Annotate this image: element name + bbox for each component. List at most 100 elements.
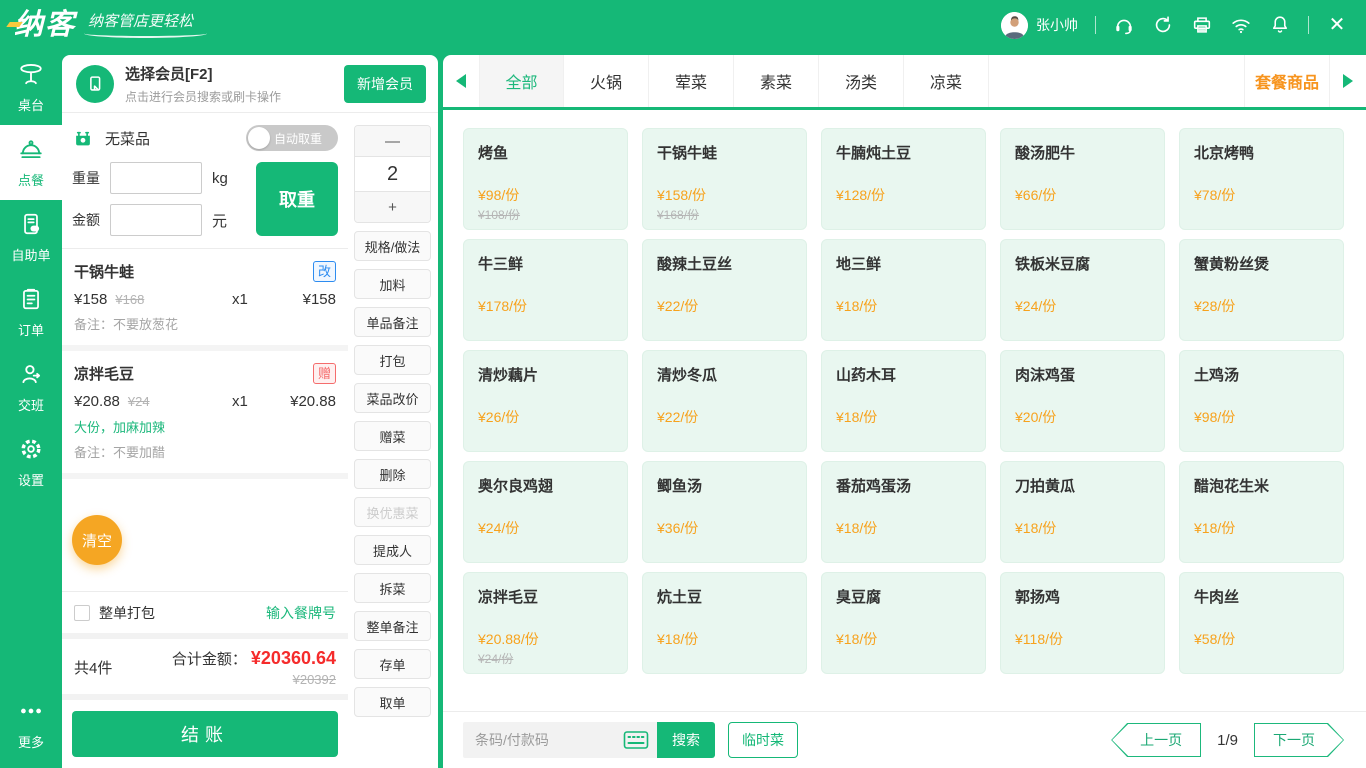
search-button[interactable]: 搜索 xyxy=(657,722,715,758)
tab-meat[interactable]: 荤菜 xyxy=(649,55,734,107)
menu-item-card[interactable]: 鲫鱼汤¥36/份 xyxy=(642,461,807,563)
menu-item-card[interactable]: 山药木耳¥18/份 xyxy=(821,350,986,452)
sidebar-item-more[interactable]: 更多 xyxy=(0,687,62,762)
printer-icon[interactable] xyxy=(1191,14,1213,36)
tab-veg[interactable]: 素菜 xyxy=(734,55,819,107)
cart-item-total: ¥158 xyxy=(303,291,336,308)
menu-item-card[interactable]: 酸辣土豆丝¥22/份 xyxy=(642,239,807,341)
action-pack-button[interactable]: 打包 xyxy=(354,345,431,375)
keyboard-icon[interactable] xyxy=(623,730,649,750)
sidebar-item-ordering[interactable]: 点餐 xyxy=(0,125,62,200)
pack-whole-order-checkbox[interactable] xyxy=(74,605,90,621)
menu-item-card[interactable]: 干锅牛蛙¥158/份¥168/份 xyxy=(642,128,807,230)
menu-item-name: 清炒藕片 xyxy=(478,364,613,385)
prev-page-button[interactable]: 上一页 xyxy=(1111,723,1201,757)
tab-cold[interactable]: 凉菜 xyxy=(904,55,989,107)
menu-item-name: 蟹黄粉丝煲 xyxy=(1194,253,1329,274)
menu-item-card[interactable]: 清炒冬瓜¥22/份 xyxy=(642,350,807,452)
bell-icon[interactable] xyxy=(1269,14,1291,36)
menu-item-original-price xyxy=(836,428,971,443)
menu-item-card[interactable]: 北京烤鸭¥78/份 xyxy=(1179,128,1344,230)
action-order-note-button[interactable]: 整单备注 xyxy=(354,611,431,641)
menu-item-card[interactable]: 凉拌毛豆¥20.88/份¥24/份 xyxy=(463,572,628,674)
qty-plus-button[interactable]: + xyxy=(355,192,430,222)
menu-item-original-price xyxy=(478,317,613,332)
action-addon-button[interactable]: 加料 xyxy=(354,269,431,299)
menu-item-name: 牛腩炖土豆 xyxy=(836,142,971,163)
tab-soup[interactable]: 汤类 xyxy=(819,55,904,107)
action-gift-button[interactable]: 赠菜 xyxy=(354,421,431,451)
member-select-subtitle: 点击进行会员搜索或刷卡操作 xyxy=(125,88,281,105)
action-retrieve-button[interactable]: 取单 xyxy=(354,687,431,717)
action-delete-button[interactable]: 删除 xyxy=(354,459,431,489)
action-item-note-button[interactable]: 单品备注 xyxy=(354,307,431,337)
action-spec-button[interactable]: 规格/做法 xyxy=(354,231,431,261)
action-split-button[interactable]: 拆菜 xyxy=(354,573,431,603)
cart-item-badge[interactable]: 赠 xyxy=(313,363,336,384)
menu-item-card[interactable]: 烤鱼¥98/份¥108/份 xyxy=(463,128,628,230)
item-count: 共4件 xyxy=(74,657,112,678)
menu-item-card[interactable]: 酸汤肥牛¥66/份 xyxy=(1000,128,1165,230)
close-icon[interactable]: ✕ xyxy=(1326,14,1348,36)
tab-all[interactable]: 全部 xyxy=(479,55,564,107)
action-reprice-button[interactable]: 菜品改价 xyxy=(354,383,431,413)
menu-item-card[interactable]: 铁板米豆腐¥24/份 xyxy=(1000,239,1165,341)
menu-item-name: 干锅牛蛙 xyxy=(657,142,792,163)
menu-item-card[interactable]: 牛三鲜¥178/份 xyxy=(463,239,628,341)
sidebar-item-self-order[interactable]: 自助单 xyxy=(0,200,62,275)
tab-hotpot[interactable]: 火锅 xyxy=(564,55,649,107)
menu-item-card[interactable]: 炕土豆¥18/份 xyxy=(642,572,807,674)
menu-item-name: 奥尔良鸡翅 xyxy=(478,475,613,496)
menu-item-card[interactable]: 牛肉丝¥58/份 xyxy=(1179,572,1344,674)
sidebar-item-orders[interactable]: 订单 xyxy=(0,275,62,350)
divider xyxy=(1308,16,1309,34)
sidebar-item-tables[interactable]: 桌台 xyxy=(0,50,62,125)
menu-item-card[interactable]: 蟹黄粉丝煲¥28/份 xyxy=(1179,239,1344,341)
qty-minus-button[interactable]: — xyxy=(355,126,430,156)
menu-item-card[interactable]: 刀拍黄瓜¥18/份 xyxy=(1000,461,1165,563)
checkout-button[interactable]: 结账 xyxy=(72,711,338,757)
add-member-button[interactable]: 新增会员 xyxy=(344,65,426,103)
tabs-scroll-right-icon[interactable] xyxy=(1330,55,1366,107)
menu-item-name: 烤鱼 xyxy=(478,142,613,163)
menu-item-card[interactable]: 牛腩炖土豆¥128/份 xyxy=(821,128,986,230)
menu-item-original-price xyxy=(1194,539,1329,554)
weight-input[interactable] xyxy=(110,162,202,194)
menu-item-card[interactable]: 肉沫鸡蛋¥20/份 xyxy=(1000,350,1165,452)
next-page-button[interactable]: 下一页 xyxy=(1254,723,1344,757)
clear-cart-button[interactable]: 清空 xyxy=(72,515,122,565)
gear-icon xyxy=(18,436,44,465)
cart-item[interactable]: 干锅牛蛙改¥158¥168x1¥158备注：不要放葱花 xyxy=(62,249,348,351)
member-select-bar[interactable]: 选择会员[F2] 点击进行会员搜索或刷卡操作 新增会员 xyxy=(62,55,438,113)
auto-weigh-toggle[interactable]: 自动取重 xyxy=(246,125,338,151)
sync-icon[interactable] xyxy=(1152,14,1174,36)
menu-item-original-price xyxy=(836,317,971,332)
menu-item-card[interactable]: 土鸡汤¥98/份 xyxy=(1179,350,1344,452)
sidebar-item-settings[interactable]: 设置 xyxy=(0,425,62,500)
action-commission-button[interactable]: 提成人 xyxy=(354,535,431,565)
user-account[interactable]: 张小帅 xyxy=(1001,12,1078,39)
menu-item-card[interactable]: 地三鲜¥18/份 xyxy=(821,239,986,341)
menu-item-card[interactable]: 郭扬鸡¥118/份 xyxy=(1000,572,1165,674)
tab-combo-products[interactable]: 套餐商品 xyxy=(1244,55,1330,107)
enter-table-number-link[interactable]: 输入餐牌号 xyxy=(266,603,336,623)
action-swap-discount-button: 换优惠菜 xyxy=(354,497,431,527)
menu-item-card[interactable]: 清炒藕片¥26/份 xyxy=(463,350,628,452)
cart-item-badge[interactable]: 改 xyxy=(313,261,336,282)
temp-dish-button[interactable]: 临时菜 xyxy=(728,722,798,758)
tabs-scroll-left-icon[interactable] xyxy=(443,55,479,107)
more-icon xyxy=(18,698,44,727)
menu-item-card[interactable]: 番茄鸡蛋汤¥18/份 xyxy=(821,461,986,563)
wifi-icon[interactable] xyxy=(1230,14,1252,36)
menu-item-card[interactable]: 臭豆腐¥18/份 xyxy=(821,572,986,674)
sidebar-item-shift[interactable]: 交班 xyxy=(0,350,62,425)
menu-item-name: 肉沫鸡蛋 xyxy=(1015,364,1150,385)
menu-item-card[interactable]: 奥尔良鸡翅¥24/份 xyxy=(463,461,628,563)
headset-icon[interactable] xyxy=(1113,14,1135,36)
item-actions-column: — 2 + 规格/做法加料单品备注打包菜品改价赠菜删除换优惠菜提成人拆菜整单备注… xyxy=(348,113,438,768)
amount-input[interactable] xyxy=(110,204,202,236)
menu-item-card[interactable]: 醋泡花生米¥18/份 xyxy=(1179,461,1344,563)
action-hold-button[interactable]: 存单 xyxy=(354,649,431,679)
cart-item[interactable]: 凉拌毛豆赠¥20.88¥24x1¥20.88大份，加麻加辣备注：不要加醋 xyxy=(62,351,348,479)
take-weight-button[interactable]: 取重 xyxy=(256,162,338,236)
